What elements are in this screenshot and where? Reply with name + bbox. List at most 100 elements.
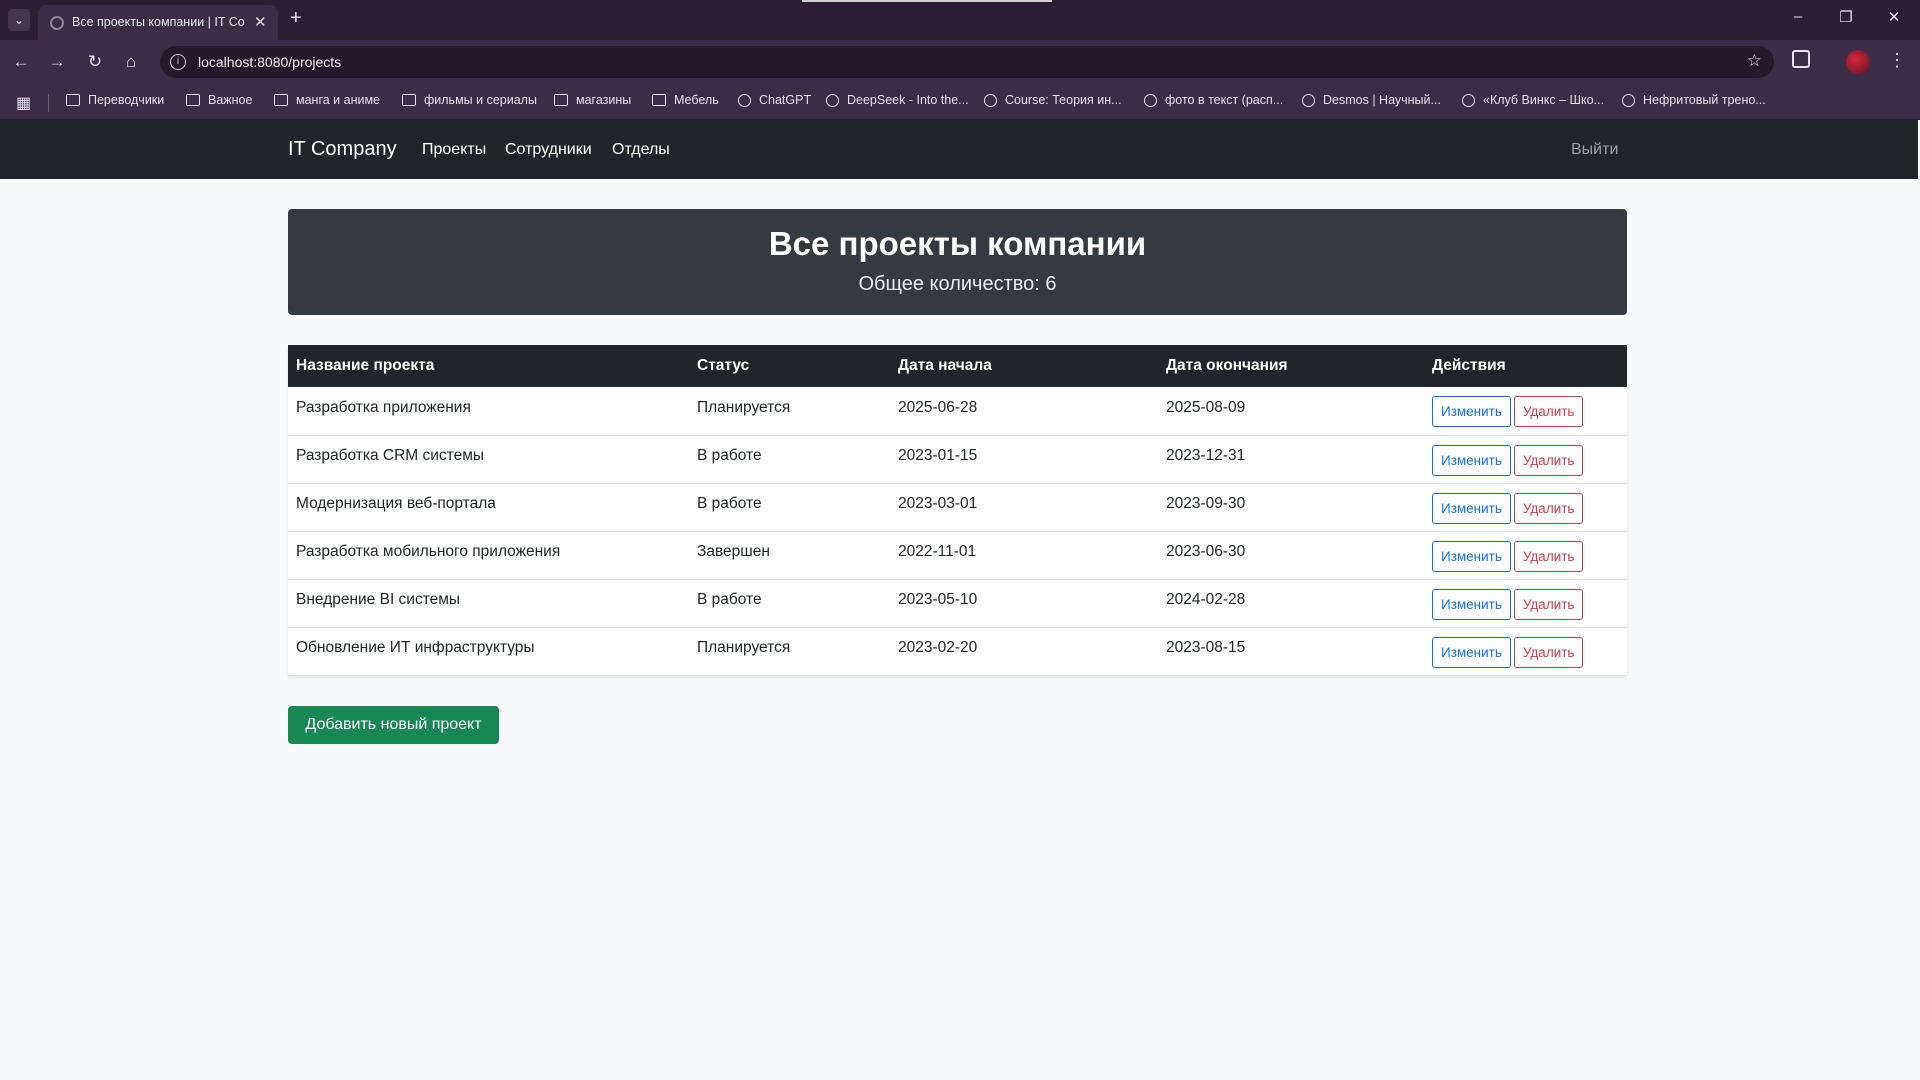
nav-link-projects[interactable]: Проекты [422, 141, 486, 159]
bookmark-folder[interactable]: магазины [554, 93, 631, 107]
project-end-date: 2024-02-28 [1158, 579, 1424, 628]
address-bar[interactable]: i localhost:8080/projects ☆ [160, 46, 1774, 78]
project-start-date: 2023-05-10 [890, 579, 1158, 628]
project-start-date: 2023-01-15 [890, 435, 1158, 484]
projects-table: Название проекта Статус Дата начала Дата… [288, 345, 1627, 676]
row-actions: Изменить Удалить [1424, 627, 1627, 676]
folder-icon [274, 94, 288, 106]
home-icon[interactable]: ⌂ [120, 52, 142, 72]
apps-grid-icon[interactable]: ▦ [16, 93, 31, 113]
nav-link-employees[interactable]: Сотрудники [505, 141, 592, 159]
site-navbar: IT Company Проекты Сотрудники Отделы Вый… [0, 120, 1918, 179]
bookmark-folder[interactable]: Мебель [652, 93, 719, 107]
table-row: Модернизация веб-портала В работе 2023-0… [288, 483, 1627, 532]
add-project-button[interactable]: Добавить новый проект [288, 706, 499, 744]
row-actions: Изменить Удалить [1424, 387, 1627, 436]
project-start-date: 2025-06-28 [890, 387, 1158, 436]
folder-icon [402, 94, 416, 106]
column-header-name: Название проекта [288, 345, 689, 387]
delete-button[interactable]: Удалить [1513, 444, 1584, 476]
nav-link-departments[interactable]: Отделы [612, 141, 670, 159]
column-header-status: Статус [689, 345, 890, 387]
folder-icon [186, 94, 200, 106]
page-title: Все проекты компании [768, 225, 1147, 262]
table-row: Внедрение BI системы В работе 2023-05-10… [288, 579, 1627, 628]
logout-link[interactable]: Выйти [1571, 141, 1618, 159]
bookmark-link[interactable]: «Клуб Винкс – Шко... [1462, 93, 1604, 107]
folder-icon [66, 94, 80, 106]
table-header-row: Название проекта Статус Дата начала Дата… [288, 345, 1627, 387]
row-actions: Изменить Удалить [1424, 483, 1627, 532]
bookmark-link[interactable]: Course: Теория ин... [984, 93, 1122, 107]
delete-button[interactable]: Удалить [1513, 396, 1584, 428]
bookmark-folder[interactable]: манга и аниме [274, 93, 380, 107]
tab-close-icon[interactable]: ✕ [254, 13, 267, 31]
delete-button[interactable]: Удалить [1513, 636, 1584, 668]
browser-tab-active[interactable]: Все проекты компании | IT Co ✕ [38, 5, 278, 40]
edit-button[interactable]: Изменить [1432, 444, 1511, 476]
project-status: В работе [689, 435, 890, 484]
bookmark-star-icon[interactable]: ☆ [1747, 51, 1762, 71]
minimize-icon[interactable]: – [1788, 8, 1808, 25]
project-name: Модернизация веб-портала [288, 483, 689, 532]
table-row: Разработка CRM системы В работе 2023-01-… [288, 435, 1627, 484]
table-row: Обновление ИТ инфраструктуры Планируется… [288, 627, 1627, 676]
project-end-date: 2023-06-30 [1158, 531, 1424, 580]
edit-button[interactable]: Изменить [1432, 540, 1511, 572]
window-close-icon[interactable]: ✕ [1884, 8, 1904, 26]
row-actions: Изменить Удалить [1424, 579, 1627, 628]
bookmark-link[interactable]: Desmos | Научный... [1302, 93, 1441, 107]
extensions-icon[interactable] [1792, 50, 1810, 68]
project-end-date: 2025-08-09 [1158, 387, 1424, 436]
reload-icon[interactable]: ↻ [84, 52, 106, 72]
project-start-date: 2023-02-20 [890, 627, 1158, 676]
photo-to-text-icon [1144, 93, 1157, 107]
tab-search-button[interactable]: ⌄ [8, 9, 30, 31]
forward-icon[interactable]: → [46, 52, 68, 72]
bookmark-link[interactable]: DeepSeek - Into the... [826, 93, 969, 107]
brand-link[interactable]: IT Company [288, 138, 397, 161]
site-info-icon[interactable]: i [170, 54, 186, 70]
project-name: Внедрение BI системы [288, 579, 689, 628]
edit-button[interactable]: Изменить [1432, 588, 1511, 620]
profile-avatar[interactable] [1846, 50, 1870, 74]
restore-icon[interactable]: ❐ [1836, 8, 1856, 26]
project-name: Разработка мобильного приложения [288, 531, 689, 580]
project-end-date: 2023-08-15 [1158, 627, 1424, 676]
delete-button[interactable]: Удалить [1513, 540, 1584, 572]
table-row: Разработка приложения Планируется 2025-0… [288, 387, 1627, 436]
page-favicon-icon [50, 16, 64, 30]
bookmark-link[interactable]: ChatGPT [738, 93, 811, 107]
edit-button[interactable]: Изменить [1432, 636, 1511, 668]
delete-button[interactable]: Удалить [1513, 588, 1584, 620]
column-header-end-date: Дата окончания [1158, 345, 1424, 387]
project-end-date: 2023-12-31 [1158, 435, 1424, 484]
bookmark-folder[interactable]: Важное [186, 93, 252, 107]
back-icon[interactable]: ← [10, 52, 32, 72]
project-name: Обновление ИТ инфраструктуры [288, 627, 689, 676]
edit-button[interactable]: Изменить [1432, 396, 1511, 428]
bookmarks-bar: ▦ Переводчики Важное манга и аниме фильм… [0, 84, 1920, 120]
tab-title: Все проекты компании | IT Co [72, 15, 245, 29]
bookmark-folder[interactable]: Переводчики [66, 93, 164, 107]
folder-icon [554, 94, 568, 106]
deepseek-icon [826, 93, 839, 107]
delete-button[interactable]: Удалить [1513, 492, 1584, 524]
project-end-date: 2023-09-30 [1158, 483, 1424, 532]
project-status: В работе [689, 579, 890, 628]
globe-icon [1462, 93, 1475, 107]
bookmark-folder[interactable]: фильмы и сериалы [402, 93, 537, 107]
project-name: Разработка приложения [288, 387, 689, 436]
page-header-panel: Все проекты компании Общее количество: 6 [288, 209, 1627, 315]
address-url[interactable]: localhost:8080/projects [198, 54, 341, 70]
folder-icon [652, 94, 666, 106]
project-status: Планируется [689, 387, 890, 436]
project-name: Разработка CRM системы [288, 435, 689, 484]
edit-button[interactable]: Изменить [1432, 492, 1511, 524]
column-header-start-date: Дата начала [890, 345, 1158, 387]
browser-menu-icon[interactable]: ⋮ [1888, 50, 1906, 71]
bookmarks-divider [48, 94, 49, 112]
bookmark-link[interactable]: фото в текст (расп... [1144, 93, 1283, 107]
new-tab-button[interactable]: + [290, 7, 302, 30]
bookmark-link[interactable]: Нефритовый трено... [1622, 93, 1766, 107]
